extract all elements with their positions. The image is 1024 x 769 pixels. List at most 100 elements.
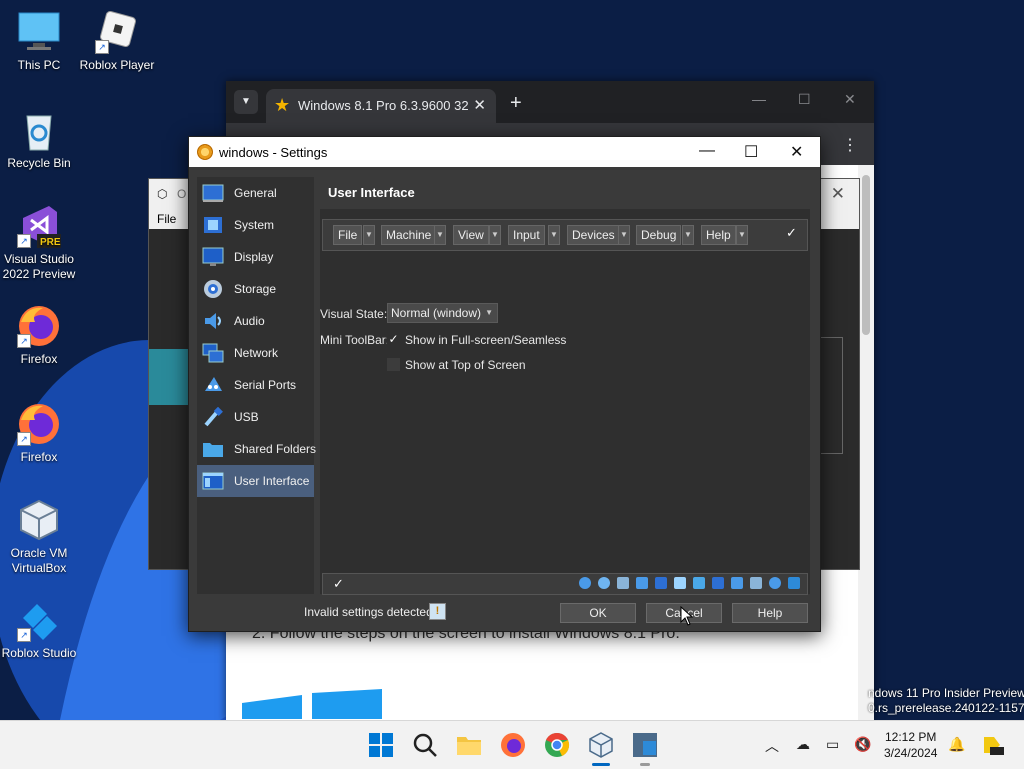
new-tab-button[interactable]: + [510, 92, 522, 115]
chevron-down-icon[interactable]: ▼ [618, 225, 630, 245]
desktop-icon-roblox-studio[interactable]: ↗ Roblox Studio [1, 598, 77, 661]
desktop-icon-recycle-bin[interactable]: Recycle Bin [1, 108, 77, 171]
nav-item-network[interactable]: Network [197, 337, 314, 369]
page-header: User Interface [320, 177, 810, 209]
nav-item-usb[interactable]: USB [197, 401, 314, 433]
show-top-label: Show at Top of Screen [405, 358, 526, 372]
browser-menu-icon[interactable]: ⋮ [842, 135, 858, 155]
download-icon[interactable] [788, 577, 800, 589]
browser-minimize-button[interactable]: — [752, 91, 766, 107]
menubar-item-debug[interactable]: Debug [636, 225, 682, 245]
usb-status-icon[interactable] [674, 577, 686, 589]
nav-item-system[interactable]: System [197, 209, 314, 241]
desktop-icon-virtualbox[interactable]: Oracle VM VirtualBox [1, 498, 77, 576]
cpu-status-icon[interactable] [750, 577, 762, 589]
menubar-item-machine[interactable]: Machine [381, 225, 437, 245]
statusbar-enable-checkbox[interactable]: ✓ [333, 576, 344, 592]
roblox-player-icon: ↗ [95, 10, 139, 54]
shared-folders-status-icon[interactable] [693, 577, 705, 589]
menubar-item-input[interactable]: Input [508, 225, 545, 245]
clock-time: 12:12 PM [885, 730, 937, 744]
firefox-icon[interactable] [500, 732, 526, 758]
audio-status-icon[interactable] [636, 577, 648, 589]
tab-close-icon[interactable]: ✕ [473, 96, 486, 114]
scrollbar-thumb[interactable] [862, 175, 870, 335]
menubar-item-devices[interactable]: Devices [567, 225, 620, 245]
chrome-icon[interactable] [544, 732, 570, 758]
vbox-manager-selected-vm[interactable] [149, 349, 189, 405]
nav-item-audio[interactable]: Audio [197, 305, 314, 337]
nav-item-serial-ports[interactable]: Serial Ports [197, 369, 314, 401]
display-icon[interactable]: ▭ [826, 736, 839, 753]
browser-tab[interactable]: ★ Windows 8.1 Pro 6.3.9600 32/64 ✕ [266, 89, 496, 123]
show-fullscreen-checkbox[interactable]: ✓ [387, 333, 400, 346]
chevron-down-icon[interactable]: ▼ [682, 225, 694, 245]
menubar-enable-checkbox[interactable]: ✓ [786, 225, 797, 241]
chevron-down-icon[interactable]: ▼ [363, 225, 375, 245]
menubar-item-file[interactable]: File [333, 225, 363, 245]
nav-item-display[interactable]: Display [197, 241, 314, 273]
desktop-icon-this-pc[interactable]: This PC [1, 10, 77, 73]
file-explorer-icon[interactable] [456, 732, 482, 758]
floppy-icon[interactable] [617, 577, 629, 589]
desktop-icon-firefox-2[interactable]: ↗ Firefox [1, 402, 77, 465]
shortcut-arrow-icon: ↗ [17, 432, 31, 446]
volume-mute-icon[interactable]: 🔇 [854, 736, 871, 753]
visual-state-label: Visual State: [320, 307, 388, 321]
desktop-icon-roblox-player[interactable]: ↗ Roblox Player [79, 10, 155, 73]
settings-title: windows - Settings [219, 145, 328, 160]
vbox-manager-preview-panel [819, 337, 843, 454]
search-icon[interactable] [412, 732, 438, 758]
show-top-checkbox[interactable] [387, 358, 400, 371]
nav-item-label: Storage [234, 282, 277, 296]
recording-status-icon[interactable] [731, 577, 743, 589]
chevron-down-icon[interactable]: ▼ [736, 225, 748, 245]
desktop-icon-visual-studio[interactable]: PRE ↗ Visual Studio 2022 Preview [1, 204, 77, 282]
settings-close-button[interactable]: ✕ [790, 142, 803, 162]
optical-drive-icon[interactable] [598, 577, 610, 589]
tab-list-chevron-icon[interactable]: ▼ [234, 90, 258, 114]
chevron-down-icon[interactable]: ▼ [489, 225, 501, 245]
notification-bell-icon[interactable]: 🔔 [948, 736, 965, 753]
menubar-item-view[interactable]: View [453, 225, 489, 245]
desktop-icon-firefox-1[interactable]: ↗ Firefox [1, 304, 77, 367]
nav-item-label: Audio [234, 314, 265, 328]
windows-81-vm-icon[interactable] [632, 732, 658, 758]
network-icon [202, 343, 224, 363]
menubar-item-help[interactable]: Help [701, 225, 736, 245]
browser-maximize-button[interactable]: ☐ [798, 91, 811, 108]
visual-studio-icon: PRE ↗ [17, 204, 61, 248]
settings-main-panel: User Interface File ▼ Machine ▼ View ▼ I… [320, 177, 810, 595]
start-windows-icon[interactable] [368, 732, 394, 758]
clock[interactable]: 12:12 PM 3/24/2024 [884, 729, 937, 761]
windows-build-watermark: ndows 11 Pro Insider Preview 0.rs_prerel… [868, 686, 1024, 716]
network-status-icon[interactable] [655, 577, 667, 589]
nav-item-general[interactable]: General [197, 177, 314, 209]
mouse-integration-icon[interactable] [769, 577, 781, 589]
cloud-offline-icon[interactable]: ☁ [796, 736, 810, 753]
svg-text:PRE: PRE [40, 237, 61, 248]
copilot-pre-icon[interactable] [980, 733, 1004, 757]
show-hidden-icons-chevron-icon[interactable]: ︿ [765, 736, 779, 756]
vbox-manager-close-button[interactable]: ✕ [831, 184, 845, 204]
display-icon [202, 247, 224, 266]
nav-item-storage[interactable]: Storage [197, 273, 314, 305]
nav-item-label: General [234, 186, 277, 200]
hard-disk-icon[interactable] [579, 577, 591, 589]
browser-close-button[interactable]: ✕ [844, 91, 856, 108]
settings-maximize-button[interactable]: ☐ [744, 142, 758, 162]
nav-item-user-interface[interactable]: User Interface [197, 465, 314, 497]
settings-minimize-button[interactable]: — [699, 142, 715, 160]
ok-button[interactable]: OK [560, 603, 636, 623]
chevron-down-icon[interactable]: ▼ [548, 225, 560, 245]
nav-item-shared-folders[interactable]: Shared Folders [197, 433, 316, 465]
monitor-icon [17, 10, 61, 54]
browser-scrollbar[interactable] [858, 165, 874, 721]
chevron-down-icon[interactable]: ▼ [434, 225, 446, 245]
display-status-icon[interactable] [712, 577, 724, 589]
visual-state-select[interactable]: Normal (window) ▼ [387, 303, 498, 323]
nav-item-label: Serial Ports [234, 378, 297, 392]
warning-icon[interactable]: ! [429, 603, 446, 620]
help-button[interactable]: Help [732, 603, 808, 623]
virtualbox-icon[interactable] [588, 732, 614, 758]
